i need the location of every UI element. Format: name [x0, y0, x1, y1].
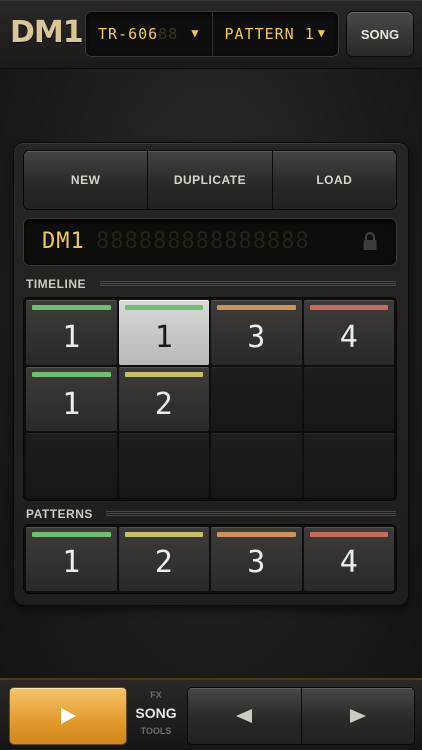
- action-row: NEW DUPLICATE LOAD: [24, 151, 396, 209]
- timeline-slot[interactable]: 1: [118, 300, 209, 365]
- kit-selector-ghost: 88: [158, 25, 179, 43]
- song-button[interactable]: SONG: [347, 12, 413, 56]
- pattern-color-bar: [32, 371, 111, 377]
- timeline-slot-empty[interactable]: [118, 433, 209, 498]
- kit-selector[interactable]: TR-606 88 ▼: [86, 12, 212, 56]
- timeline-slot-empty[interactable]: [303, 433, 394, 498]
- new-button[interactable]: NEW: [24, 151, 149, 209]
- pattern-number: 1: [62, 320, 81, 355]
- timeline-slot-empty[interactable]: [211, 433, 302, 498]
- app-screen: DM1 TR-606 88 ▼ PATTERN 1 ▼ SONG NEW DUPL…: [0, 0, 422, 750]
- arrow-left-icon: [236, 709, 253, 723]
- load-button[interactable]: LOAD: [272, 151, 396, 209]
- timeline-label: TIMELINE: [26, 277, 86, 291]
- timeline-slot[interactable]: 1: [26, 300, 117, 365]
- timeline-slot-empty[interactable]: [26, 433, 117, 498]
- previous-button[interactable]: [188, 688, 302, 744]
- pattern-color-bar: [124, 532, 203, 537]
- timeline-slot-empty[interactable]: [211, 366, 302, 432]
- timeline-slot[interactable]: 1: [26, 366, 117, 432]
- pattern-number: 1: [62, 386, 81, 422]
- next-button[interactable]: [301, 688, 414, 744]
- pattern-slot[interactable]: 2: [118, 527, 209, 591]
- play-icon: [61, 708, 76, 724]
- chevron-down-icon: ▼: [191, 26, 200, 40]
- pattern-color-bar: [32, 305, 111, 310]
- mode-song[interactable]: SONG: [130, 702, 182, 724]
- timeline-grid: 1 1 3 4 1 2: [24, 298, 396, 500]
- nav-group: [188, 688, 414, 744]
- pattern-slot[interactable]: 1: [26, 527, 117, 591]
- pattern-number: 1: [62, 545, 81, 580]
- kit-selector-value: TR-606: [98, 25, 159, 43]
- pattern-selector[interactable]: PATTERN 1 ▼: [211, 12, 339, 56]
- timeline-slot-empty[interactable]: [303, 366, 394, 432]
- pattern-number: 3: [247, 320, 266, 355]
- pattern-color-bar: [124, 371, 203, 377]
- pattern-number: 4: [339, 545, 358, 580]
- mode-switch[interactable]: FX SONG TOOLS: [130, 688, 182, 744]
- top-bar: DM1 TR-606 88 ▼ PATTERN 1 ▼ SONG: [0, 0, 422, 69]
- pattern-slot[interactable]: 3: [211, 527, 302, 591]
- mode-fx[interactable]: FX: [130, 688, 182, 702]
- song-panel: NEW DUPLICATE LOAD 888888888888888 DM1 T…: [14, 143, 408, 605]
- pattern-color-bar: [309, 305, 388, 310]
- patterns-row: 1 2 3 4: [24, 525, 396, 593]
- timeline-slot[interactable]: 3: [211, 300, 302, 365]
- chevron-down-icon: ▼: [317, 26, 326, 40]
- display-ghost-segments: 888888888888888: [96, 229, 310, 254]
- pattern-color-bar: [124, 305, 203, 310]
- pattern-color-bar: [309, 532, 388, 537]
- pattern-number: 1: [154, 320, 173, 355]
- mode-tools[interactable]: TOOLS: [130, 724, 182, 738]
- pattern-number: 2: [154, 545, 173, 580]
- song-name-text: DM1: [42, 229, 85, 254]
- duplicate-button[interactable]: DUPLICATE: [148, 151, 273, 209]
- lock-icon[interactable]: [362, 231, 378, 251]
- transport-bar: FX SONG TOOLS: [0, 678, 422, 750]
- selector-group: TR-606 88 ▼ PATTERN 1 ▼: [86, 12, 338, 56]
- patterns-divider: [106, 511, 396, 516]
- pattern-number: 4: [339, 320, 358, 355]
- pattern-selector-value: PATTERN 1: [224, 25, 315, 43]
- pattern-color-bar: [32, 532, 111, 537]
- pattern-number: 2: [154, 386, 173, 422]
- timeline-slot[interactable]: 4: [303, 300, 394, 365]
- arrow-right-icon: [349, 709, 366, 723]
- timeline-slot[interactable]: 2: [118, 366, 209, 432]
- pattern-color-bar: [217, 532, 296, 537]
- pattern-slot[interactable]: 4: [303, 527, 394, 591]
- song-name-display[interactable]: 888888888888888 DM1: [24, 219, 396, 265]
- pattern-number: 3: [247, 545, 266, 580]
- patterns-label: PATTERNS: [26, 507, 93, 521]
- play-button[interactable]: [10, 688, 126, 744]
- pattern-color-bar: [217, 305, 296, 310]
- app-logo: DM1: [10, 15, 84, 50]
- timeline-divider: [100, 281, 396, 286]
